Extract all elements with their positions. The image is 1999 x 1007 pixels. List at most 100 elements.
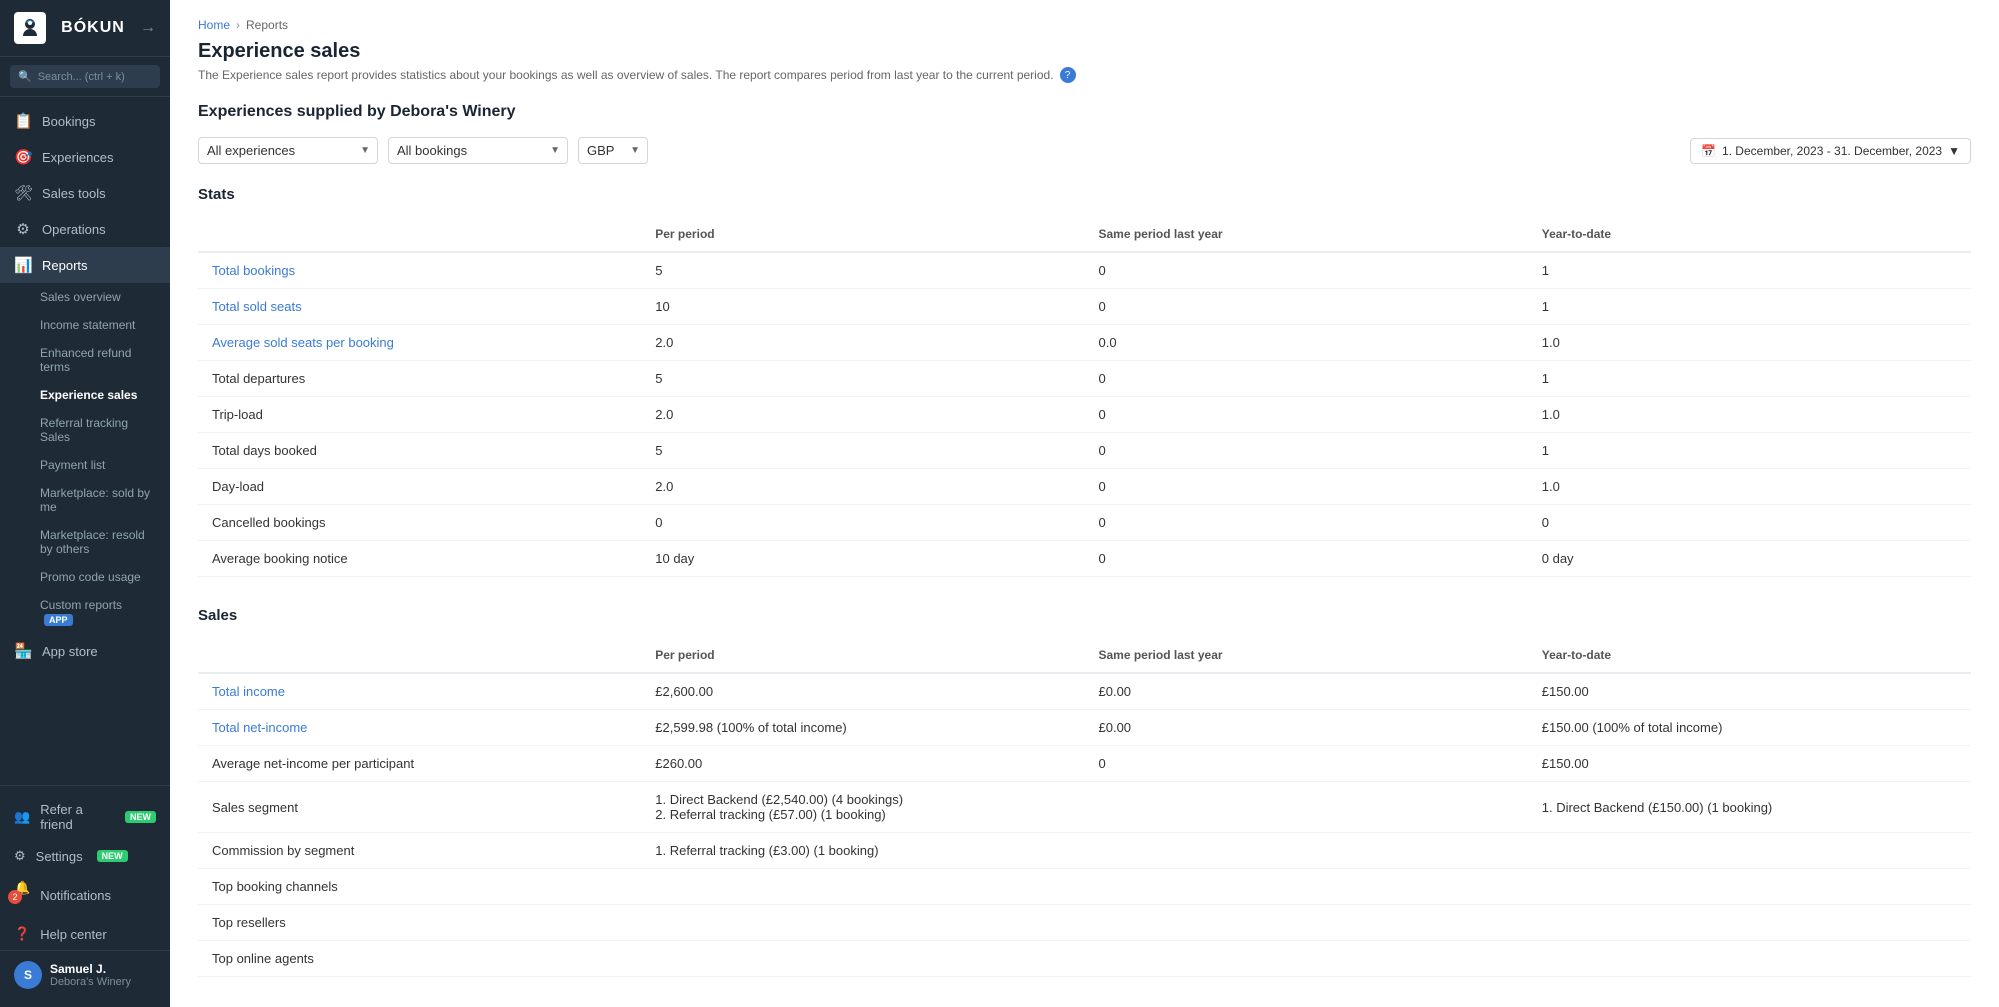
bookings-filter-wrap: All bookings ▼ [388, 137, 568, 164]
experiences-filter-select[interactable]: All experiences [198, 137, 378, 164]
stats-row: Total sold seats1001 [198, 289, 1971, 325]
stats-row: Trip-load2.001.0 [198, 397, 1971, 433]
sidebar-sub-income-statement[interactable]: Income statement [0, 311, 170, 339]
sidebar-sub-promo-code-usage[interactable]: Promo code usage [0, 563, 170, 591]
stats-row-label[interactable]: Total bookings [198, 252, 641, 289]
stats-section-title: Stats [198, 186, 1971, 203]
sidebar-sub-enhanced-refund-terms[interactable]: Enhanced refund terms [0, 339, 170, 381]
operations-icon: ⚙ [14, 220, 32, 238]
breadcrumb-home[interactable]: Home [198, 18, 230, 32]
user-section: S Samuel J. Debora's Winery [0, 950, 170, 999]
sales-row: Top online agents [198, 941, 1971, 977]
stats-row-last-year: 0 [1085, 397, 1528, 433]
calendar-icon: 📅 [1701, 144, 1716, 158]
sidebar-item-operations[interactable]: ⚙ Operations [0, 211, 170, 247]
sales-row: Top resellers [198, 905, 1971, 941]
bookings-filter-select[interactable]: All bookings [388, 137, 568, 164]
sales-row-label-link[interactable]: Total income [212, 684, 285, 699]
sales-row-per-period: 1. Referral tracking (£3.00) (1 booking) [641, 833, 1084, 869]
stats-row-label-link[interactable]: Average sold seats per booking [212, 335, 394, 350]
sidebar-sub-marketplace-resold-by-others[interactable]: Marketplace: resold by others [0, 521, 170, 563]
bokun-logo[interactable] [14, 12, 46, 44]
sales-row-last-year: £0.00 [1085, 673, 1528, 710]
sidebar-item-app-store[interactable]: 🏪 App store [0, 633, 170, 669]
sidebar-sub-marketplace-sold-by-me[interactable]: Marketplace: sold by me [0, 479, 170, 521]
refer-label: Refer a friend [40, 802, 111, 832]
sidebar-bottom: 👥 Refer a friend NEW ⚙ Settings NEW 🔔2 N… [0, 785, 170, 1007]
stats-row-ytd: 1 [1528, 252, 1971, 289]
stats-row: Average sold seats per booking2.00.01.0 [198, 325, 1971, 361]
sidebar-item-sales-tools[interactable]: 🛠 Sales tools [0, 175, 170, 211]
user-info: Samuel J. Debora's Winery [50, 962, 131, 988]
currency-filter-select[interactable]: GBP [578, 137, 648, 164]
sidebar-search-area: 🔍 Search... (ctrl + k) [0, 57, 170, 97]
stats-row-label[interactable]: Average sold seats per booking [198, 325, 641, 361]
stats-row-last-year: 0 [1085, 252, 1528, 289]
app-store-icon: 🏪 [14, 642, 32, 660]
sales-row-label[interactable]: Total income [198, 673, 641, 710]
sales-row-last-year [1085, 833, 1528, 869]
sales-row-label[interactable]: Total net-income [198, 710, 641, 746]
user-company: Debora's Winery [50, 976, 131, 988]
sales-col-per-period: Per period [641, 638, 1084, 673]
stats-col-ytd: Year-to-date [1528, 217, 1971, 252]
sales-row-last-year [1085, 905, 1528, 941]
stats-row-label: Total departures [198, 361, 641, 397]
sidebar-label-reports: Reports [42, 258, 88, 273]
stats-row-per-period: 5 [641, 252, 1084, 289]
stats-row-label-link[interactable]: Total sold seats [212, 299, 302, 314]
stats-row-label: Trip-load [198, 397, 641, 433]
date-range-chevron: ▼ [1948, 144, 1960, 158]
settings-label: Settings [36, 849, 83, 864]
sales-header-row: Per period Same period last year Year-to… [198, 638, 1971, 673]
search-box[interactable]: 🔍 Search... (ctrl + k) [10, 65, 160, 88]
custom-reports-app-badge: APP [44, 614, 73, 626]
sales-row-ytd [1528, 869, 1971, 905]
stats-row: Cancelled bookings000 [198, 505, 1971, 541]
sales-section: Sales Per period Same period last year Y… [198, 607, 1971, 977]
sidebar-item-help-center[interactable]: ❓ Help center [0, 918, 170, 950]
sales-row: Top booking channels [198, 869, 1971, 905]
sales-row: Sales segment1. Direct Backend (£2,540.0… [198, 782, 1971, 833]
stats-row-last-year: 0 [1085, 361, 1528, 397]
breadcrumb: Home › Reports [198, 18, 1971, 32]
search-placeholder: Search... (ctrl + k) [38, 71, 125, 83]
stats-row-label-link[interactable]: Total bookings [212, 263, 295, 278]
stats-col-last-year: Same period last year [1085, 217, 1528, 252]
refer-new-badge: NEW [125, 811, 156, 823]
help-tooltip-icon[interactable]: ? [1060, 67, 1076, 83]
refer-icon: 👥 [14, 809, 30, 825]
stats-row-last-year: 0 [1085, 505, 1528, 541]
stats-row: Average booking notice10 day00 day [198, 541, 1971, 577]
sidebar-collapse-arrow[interactable]: → [140, 19, 156, 37]
experiences-header: Experiences supplied by Debora's Winery [198, 103, 1971, 121]
sidebar-item-notifications[interactable]: 🔔2 Notifications [0, 872, 170, 918]
sidebar-item-bookings[interactable]: 📋 Bookings [0, 103, 170, 139]
stats-row-per-period: 2.0 [641, 397, 1084, 433]
sidebar-item-settings[interactable]: ⚙ Settings NEW [0, 840, 170, 872]
stats-row-ytd: 0 [1528, 505, 1971, 541]
stats-row-label: Average booking notice [198, 541, 641, 577]
main-content: Home › Reports Experience sales The Expe… [170, 0, 1999, 1007]
sidebar-sub-custom-reports[interactable]: Custom reports APP [0, 591, 170, 633]
bookings-icon: 📋 [14, 112, 32, 130]
date-range-picker[interactable]: 📅 1. December, 2023 - 31. December, 2023… [1690, 138, 1971, 164]
sidebar-sub-payment-list[interactable]: Payment list [0, 451, 170, 479]
experiences-filter-wrap: All experiences ▼ [198, 137, 378, 164]
sidebar-nav: 📋 Bookings 🎯 Experiences 🛠 Sales tools ⚙… [0, 97, 170, 785]
stats-row-ytd: 1.0 [1528, 469, 1971, 505]
stats-row: Total bookings 501 [198, 252, 1971, 289]
sidebar-sub-experience-sales[interactable]: Experience sales [0, 381, 170, 409]
sales-row: Average net-income per participant£260.0… [198, 746, 1971, 782]
sales-row-per-period: 1. Direct Backend (£2,540.00) (4 booking… [641, 782, 1084, 833]
sidebar-item-reports[interactable]: 📊 Reports [0, 247, 170, 283]
stats-row-label[interactable]: Total sold seats [198, 289, 641, 325]
sales-row-label-link[interactable]: Total net-income [212, 720, 307, 735]
user-avatar: S [14, 961, 42, 989]
sidebar-sub-referral-tracking-sales[interactable]: Referral tracking Sales [0, 409, 170, 451]
sidebar-item-experiences[interactable]: 🎯 Experiences [0, 139, 170, 175]
stats-row-ytd: 0 day [1528, 541, 1971, 577]
sidebar-item-refer-a-friend[interactable]: 👥 Refer a friend NEW [0, 794, 170, 840]
sidebar-sub-sales-overview[interactable]: Sales overview [0, 283, 170, 311]
stats-row: Total days booked501 [198, 433, 1971, 469]
